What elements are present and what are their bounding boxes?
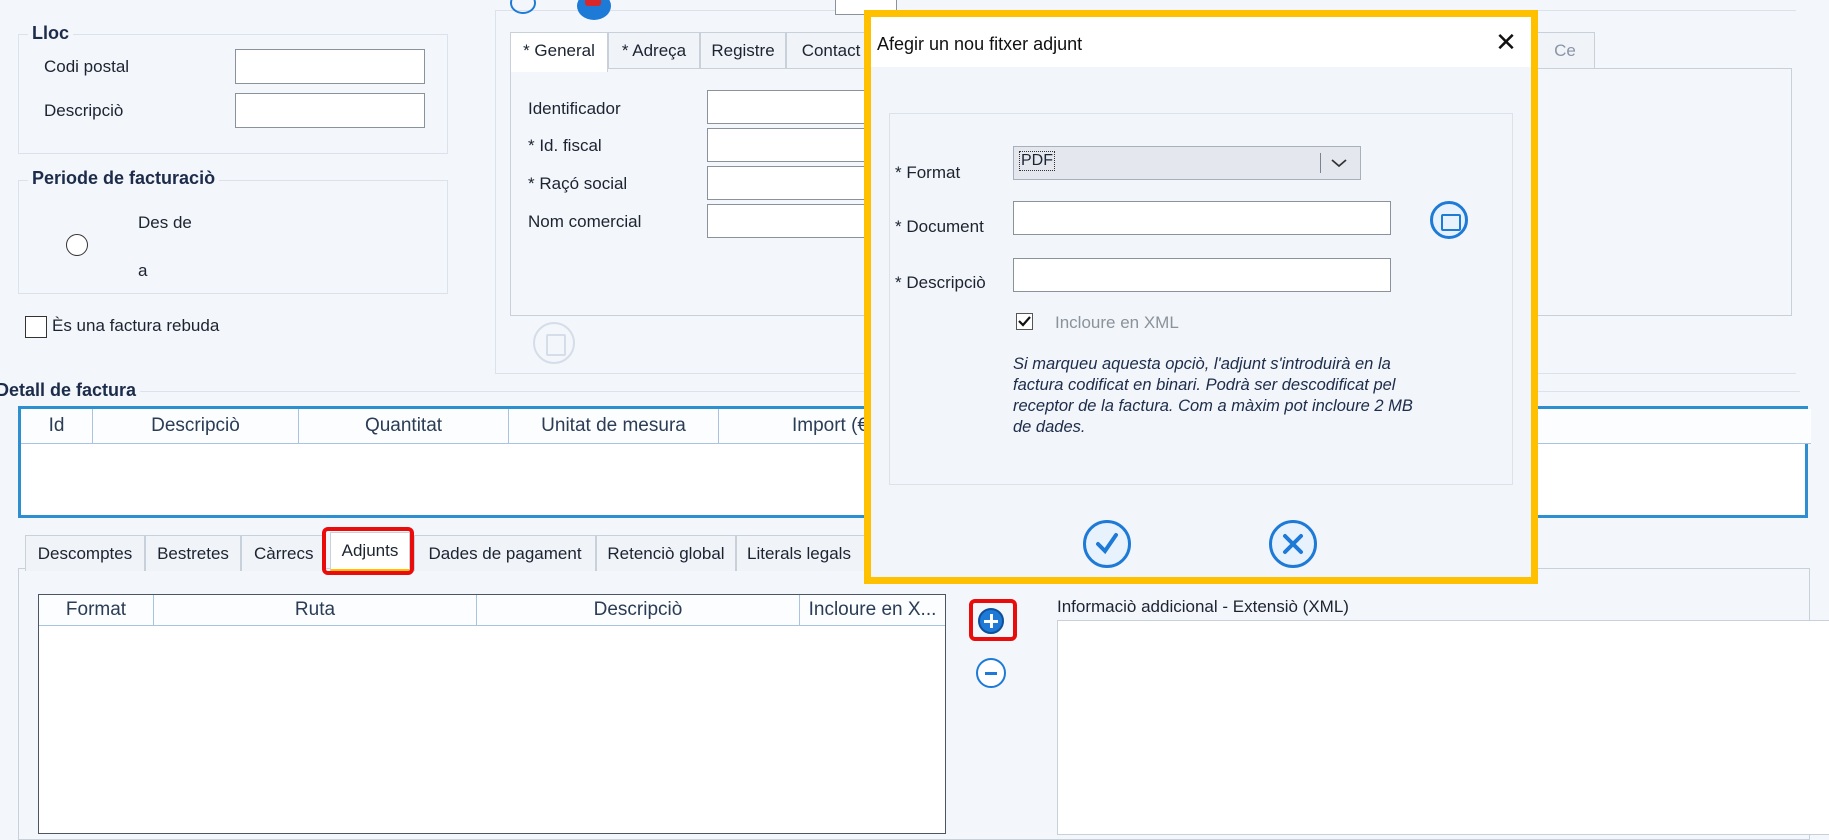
tab-retencio-global[interactable]: Retenciò global <box>596 535 736 571</box>
descripcio-dialog-input[interactable] <box>1013 258 1391 292</box>
info-addicional-textarea[interactable] <box>1057 620 1829 835</box>
a-label: a <box>138 261 148 280</box>
incloure-xml-checkbox[interactable] <box>1016 313 1033 330</box>
incloure-help-text: Si marqueu aquesta opciò, l'adjunt s'int… <box>1013 355 1413 436</box>
col-id[interactable]: Id <box>21 409 93 443</box>
cancel-x-icon[interactable] <box>1269 520 1317 568</box>
adjunts-tab-highlight <box>322 527 414 575</box>
remove-icon[interactable] <box>976 658 1006 688</box>
nom-comercial-input[interactable] <box>707 204 877 238</box>
tab-descomptes[interactable]: Descomptes <box>25 535 145 571</box>
detall-title: Detall de factura <box>0 380 141 401</box>
id-fiscal-input[interactable] <box>707 128 877 162</box>
tab-ce[interactable]: Ce <box>1535 32 1595 68</box>
col-import[interactable]: Import (€ <box>719 409 869 443</box>
save-icon[interactable] <box>533 322 575 364</box>
periode-title: Periode de facturaciò <box>28 168 220 189</box>
codi-postal-label: Codi postal <box>44 57 130 76</box>
col-format[interactable]: Format <box>39 595 154 625</box>
confirm-check-icon[interactable] <box>1083 520 1131 568</box>
tab-bestretes[interactable]: Bestretes <box>145 535 241 571</box>
raco-social-input[interactable] <box>707 166 877 200</box>
incloure-xml-label: Incloure en XML <box>1055 313 1179 332</box>
col-incloure[interactable]: Incloure en X... <box>800 595 945 625</box>
descripcio-label: Descripciò <box>44 101 124 120</box>
nom-comercial-label: Nom comercial <box>528 212 642 231</box>
tab-dades-pagament[interactable]: Dades de pagament <box>414 535 596 571</box>
dialog-frame: Afegir un nou fitxer adjunt ✕ * Format P… <box>864 10 1538 584</box>
factura-rebuda-label: Ès una factura rebuda <box>52 316 220 335</box>
identificador-label: Identificador <box>528 99 621 118</box>
chevron-down-icon <box>1331 159 1347 168</box>
id-fiscal-label: * Id. fiscal <box>528 136 602 155</box>
dialog-title: Afegir un nou fitxer adjunt <box>877 34 1083 54</box>
tab-adreca[interactable]: * Adreça <box>608 32 700 68</box>
format-value: PDF <box>1019 151 1055 171</box>
tab-registre[interactable]: Registre <box>700 32 786 68</box>
adjunts-grid[interactable]: Format Ruta Descripciò Incloure en X... <box>38 594 946 834</box>
folder-icon[interactable] <box>1430 201 1468 239</box>
dialog-close-button[interactable]: ✕ <box>1491 27 1521 57</box>
raco-social-label: * Raçó social <box>528 174 628 193</box>
col-quantitat[interactable]: Quantitat <box>299 409 509 443</box>
factura-rebuda-checkbox[interactable] <box>25 316 47 338</box>
des-de-label: Des de <box>138 213 192 232</box>
info-addicional-label: Informaciò addicional - Extensiò (XML) <box>1057 597 1349 616</box>
descripcio-input[interactable] <box>235 93 425 128</box>
col-unitat[interactable]: Unitat de mesura <box>509 409 719 443</box>
tab-contact[interactable]: Contact <box>786 32 876 68</box>
format-select[interactable]: PDF <box>1013 146 1361 180</box>
identificador-input[interactable] <box>707 90 877 124</box>
periode-radio[interactable] <box>66 234 88 256</box>
tab-general[interactable]: * General <box>510 32 608 72</box>
col-ruta[interactable]: Ruta <box>154 595 477 625</box>
codi-postal-input[interactable] <box>235 49 425 84</box>
document-label: * Document <box>895 217 984 236</box>
tab-carrecs[interactable]: Càrrecs <box>241 535 325 571</box>
format-label: * Format <box>895 163 961 182</box>
tab-literals-legals[interactable]: Literals legals <box>736 535 866 571</box>
col-descripcio-adj[interactable]: Descripciò <box>477 595 800 625</box>
lloc-title: Lloc <box>28 23 74 44</box>
add-button-highlight <box>969 599 1017 641</box>
descripcio-dialog-label: * Descripciò <box>895 273 986 292</box>
col-descripcio[interactable]: Descripciò <box>93 409 299 443</box>
document-input[interactable] <box>1013 201 1391 235</box>
